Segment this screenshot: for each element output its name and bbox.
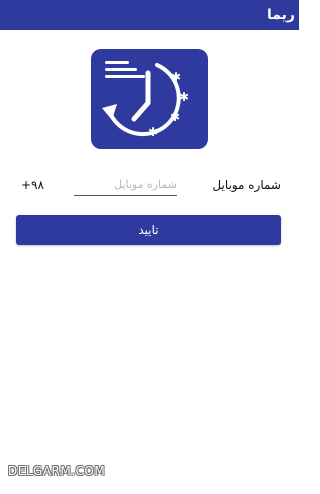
app-title: ریما — [267, 7, 295, 23]
svg-text:✱: ✱ — [170, 110, 180, 124]
clock-snowflake-logo-icon: ✱ ✱ ✱ ✱ — [102, 61, 189, 139]
app-bar: ریما — [0, 0, 299, 30]
country-code: +۹۸ — [21, 178, 44, 192]
confirm-button[interactable]: تایید — [16, 215, 281, 245]
watermark: DELGARM.COM — [8, 464, 106, 478]
mobile-number-label: شماره موبایل — [212, 178, 281, 192]
svg-text:✱: ✱ — [171, 70, 181, 84]
mobile-number-input[interactable] — [74, 173, 177, 196]
svg-text:✱: ✱ — [179, 90, 189, 104]
app-logo: ✱ ✱ ✱ ✱ — [91, 49, 208, 149]
svg-text:✱: ✱ — [148, 125, 158, 139]
